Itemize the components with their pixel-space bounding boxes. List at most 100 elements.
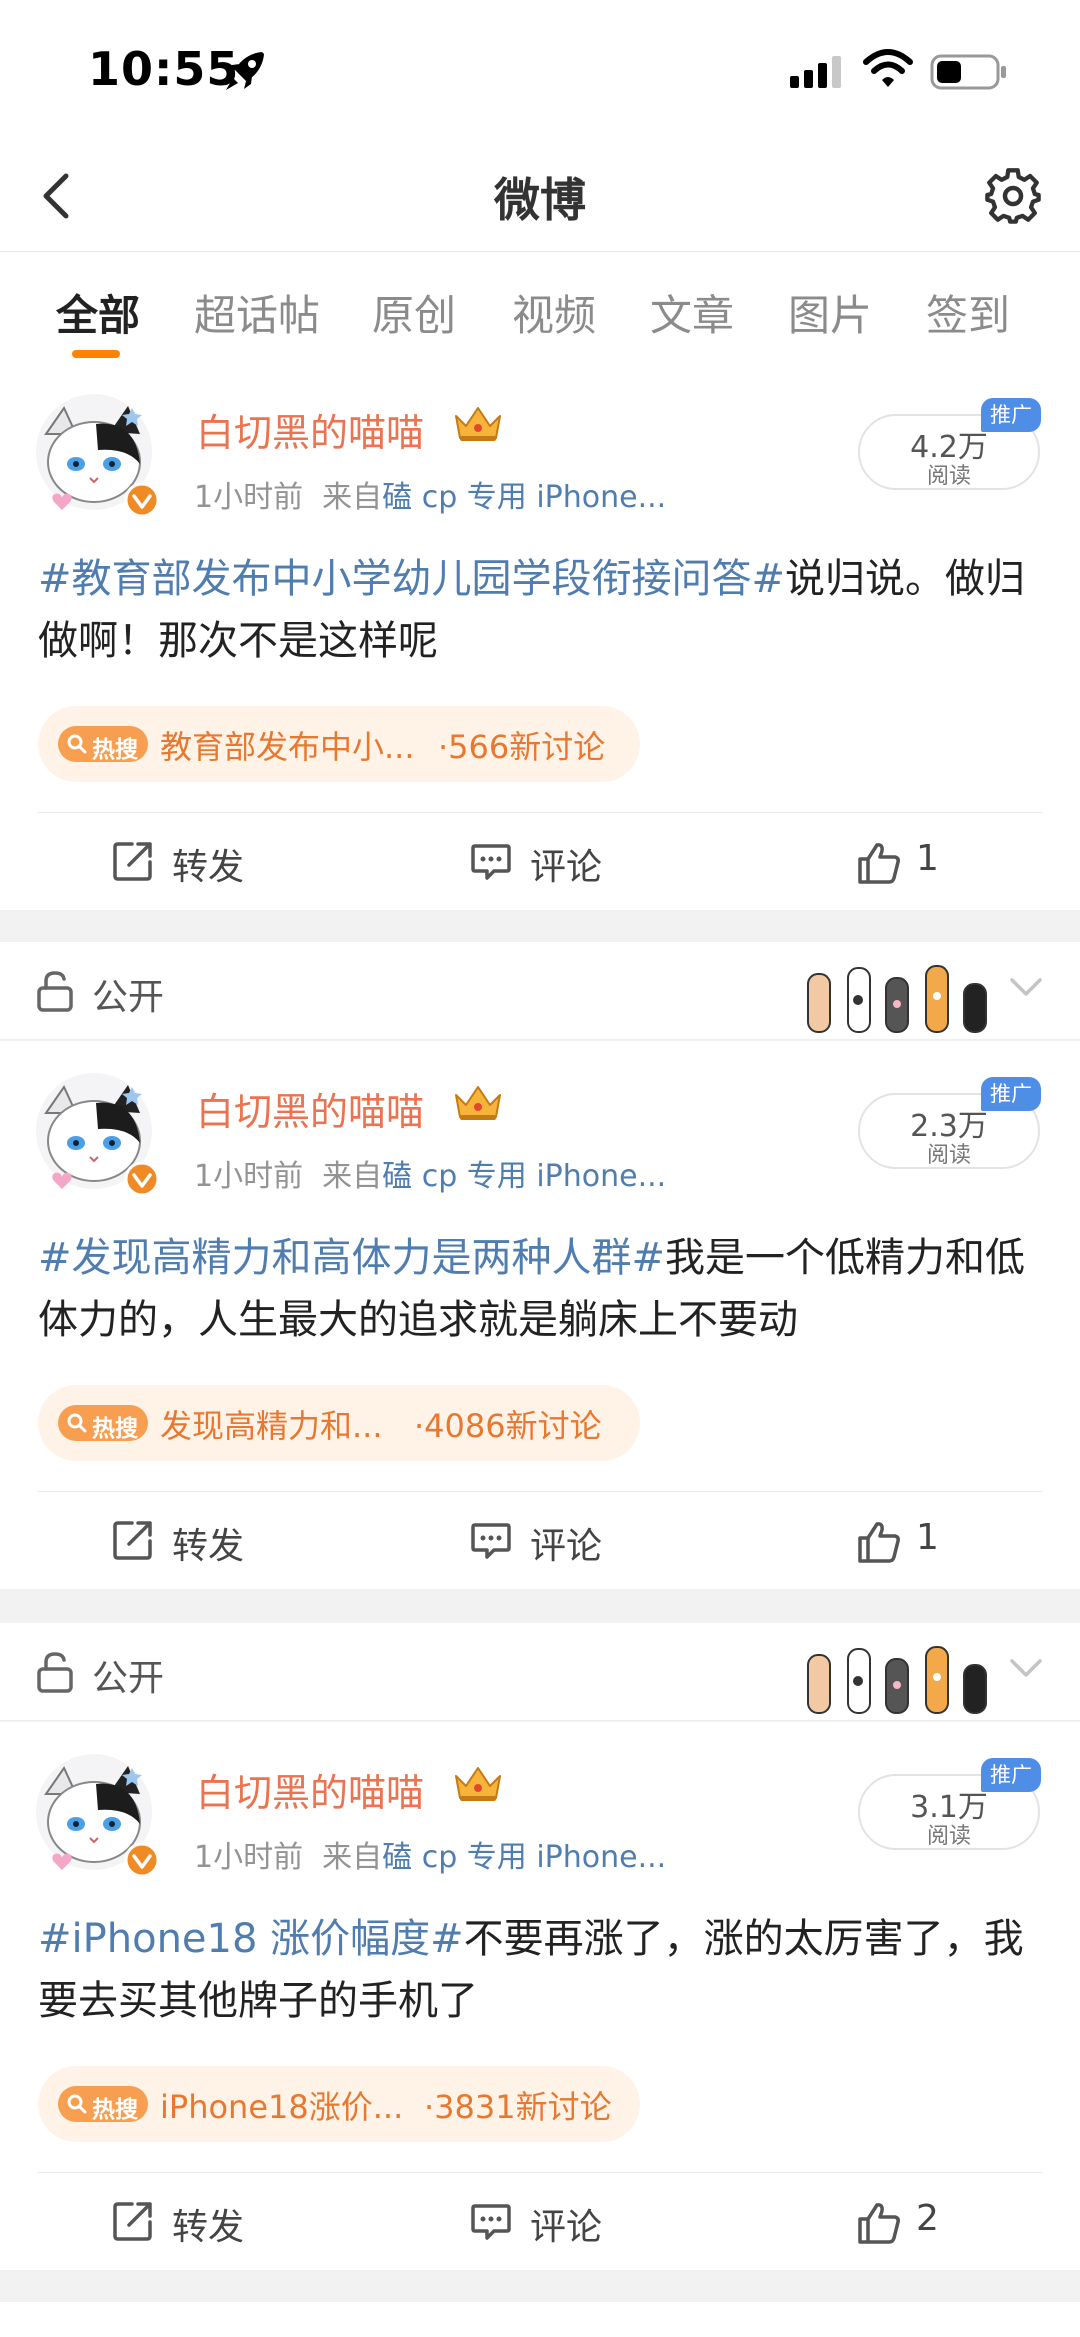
repost-button[interactable]: 转发: [112, 1511, 272, 1571]
visibility-label: 公开: [92, 977, 165, 1018]
comment-icon: [471, 2204, 511, 2240]
topic-link[interactable]: #iPhone18 涨价幅度#: [38, 1916, 464, 1962]
gear-icon[interactable]: [980, 162, 1046, 228]
comment-button[interactable]: 评论: [470, 2192, 630, 2252]
post-text: #发现高精力和高体力是两种人群#我是一个低精力和低体力的，人生最大的追求就是躺床…: [38, 1227, 1048, 1351]
page-title: 微博: [494, 173, 586, 227]
vip-crown-icon: [455, 407, 501, 441]
chevron-down-icon[interactable]: [1008, 1655, 1044, 1681]
repost-icon: [113, 2202, 152, 2241]
promote-badge[interactable]: 推广: [981, 1758, 1041, 1792]
comment-button[interactable]: 评论: [470, 832, 630, 892]
search-icon: [67, 2094, 87, 2114]
username[interactable]: 白切黑的喵喵: [196, 1762, 424, 1817]
tab-checkin[interactable]: 签到: [926, 282, 1010, 343]
tab-all[interactable]: 全部: [56, 282, 140, 343]
lock-open-icon: [37, 971, 73, 1012]
active-tab-indicator: [72, 350, 120, 358]
comment-label: 评论: [530, 2207, 603, 2248]
thumbs-up-icon: [858, 2203, 900, 2244]
repost-button[interactable]: 转发: [112, 2192, 272, 2252]
like-button[interactable]: 2: [856, 2192, 976, 2252]
comment-label: 评论: [530, 1526, 603, 1567]
tab-original[interactable]: 原创: [372, 282, 456, 343]
post-time: 1小时前: [194, 480, 304, 515]
topic-link[interactable]: #教育部发布中小学幼儿园学段衔接问答#: [38, 556, 785, 602]
hot-search-count: ·4086新讨论: [414, 1407, 602, 1445]
hot-search-badge: 热搜: [58, 1405, 148, 1442]
avatar[interactable]: [32, 1069, 162, 1199]
visibility-label: 公开: [92, 1658, 165, 1699]
like-button[interactable]: 1: [856, 832, 976, 892]
post-card: 白切黑的喵喵 1小时前 来自磕 cp 专用 iPhone... 4.2万 阅读 …: [0, 362, 1080, 910]
post-meta: 1小时前 来自磕 cp 专用 iPhone...: [194, 1832, 666, 1876]
avatar[interactable]: [32, 1750, 162, 1880]
post-time: 1小时前: [194, 1159, 304, 1194]
like-button[interactable]: 1: [856, 1511, 976, 1571]
divider: [38, 1491, 1042, 1492]
rocket-icon: [226, 52, 264, 90]
hot-search-title: iPhone18涨价...: [160, 2088, 404, 2126]
read-label: 阅读: [926, 464, 971, 489]
chevron-down-icon[interactable]: [1008, 974, 1044, 1000]
divider: [38, 2172, 1042, 2173]
hot-search-label: 热搜: [92, 2097, 138, 2123]
post-card: 白切黑的喵喵 1小时前 来自磕 cp 专用 iPhone... 3.1万 阅读 …: [0, 1722, 1080, 2270]
thumbs-up-icon: [858, 1522, 900, 1563]
nav-bar: 微博: [0, 140, 1080, 252]
username[interactable]: 白切黑的喵喵: [196, 402, 424, 457]
battery-icon: [930, 54, 1006, 90]
hot-search-count: ·3831新讨论: [424, 2088, 612, 2126]
tab-article[interactable]: 文章: [650, 282, 734, 343]
post-text: #教育部发布中小学幼儿园学段衔接问答#说归说。做归做啊！那次不是这样呢: [38, 548, 1048, 672]
hot-search-chip[interactable]: 热搜 发现高精力和... ·4086新讨论: [38, 1385, 640, 1461]
cat-paws-decoration-icon: [807, 1646, 987, 1714]
vip-crown-icon: [455, 1086, 501, 1120]
promote-badge[interactable]: 推广: [981, 1077, 1041, 1111]
search-icon: [67, 734, 87, 754]
avatar[interactable]: [32, 390, 162, 520]
hot-search-title: 教育部发布中小...: [160, 728, 415, 766]
visibility-bar[interactable]: 公开: [0, 1623, 1080, 1721]
comment-button[interactable]: 评论: [470, 1511, 630, 1571]
username[interactable]: 白切黑的喵喵: [196, 1081, 424, 1136]
post-meta: 1小时前 来自磕 cp 专用 iPhone...: [194, 1151, 666, 1195]
thumbs-up-icon: [858, 843, 900, 884]
repost-label: 转发: [172, 1526, 245, 1567]
promote-badge[interactable]: 推广: [981, 398, 1041, 432]
divider: [38, 812, 1042, 813]
repost-button[interactable]: 转发: [112, 832, 272, 892]
comment-icon: [471, 1523, 511, 1559]
tab-super-topic[interactable]: 超话帖: [194, 282, 320, 343]
next-card-partial: [0, 2302, 1080, 2337]
hot-search-label: 热搜: [92, 737, 138, 763]
source-prefix: 来自: [322, 480, 383, 515]
lock-open-icon: [37, 1652, 73, 1693]
wifi-icon: [863, 49, 913, 87]
repost-label: 转发: [172, 847, 245, 888]
visibility-bar[interactable]: 公开: [0, 942, 1080, 1040]
comment-label: 评论: [530, 847, 603, 888]
like-count: 2: [916, 2198, 939, 2239]
cat-paws-decoration-icon: [807, 965, 987, 1033]
tab-image[interactable]: 图片: [788, 282, 872, 343]
topic-link[interactable]: #发现高精力和高体力是两种人群#: [38, 1235, 665, 1281]
tab-video[interactable]: 视频: [512, 282, 596, 343]
hot-search-title: 发现高精力和...: [160, 1407, 383, 1445]
post-time: 1小时前: [194, 1840, 304, 1875]
repost-icon: [113, 1521, 152, 1560]
source-prefix: 来自: [322, 1159, 383, 1194]
hot-search-chip[interactable]: 热搜 教育部发布中小... ·566新讨论: [38, 706, 640, 782]
source-device[interactable]: 磕 cp 专用 iPhone...: [382, 480, 666, 515]
vip-crown-icon: [455, 1767, 501, 1801]
post-card: 白切黑的喵喵 1小时前 来自磕 cp 专用 iPhone... 2.3万 阅读 …: [0, 1041, 1080, 1589]
status-time: 10:55: [88, 42, 240, 96]
comment-icon: [471, 844, 511, 880]
source-device[interactable]: 磕 cp 专用 iPhone...: [382, 1840, 666, 1875]
like-count: 1: [916, 1517, 939, 1558]
hot-search-badge: 热搜: [58, 2086, 148, 2123]
read-label: 阅读: [926, 1143, 971, 1168]
source-device[interactable]: 磕 cp 专用 iPhone...: [382, 1159, 666, 1194]
search-icon: [67, 1413, 87, 1433]
hot-search-chip[interactable]: 热搜 iPhone18涨价... ·3831新讨论: [38, 2066, 640, 2142]
